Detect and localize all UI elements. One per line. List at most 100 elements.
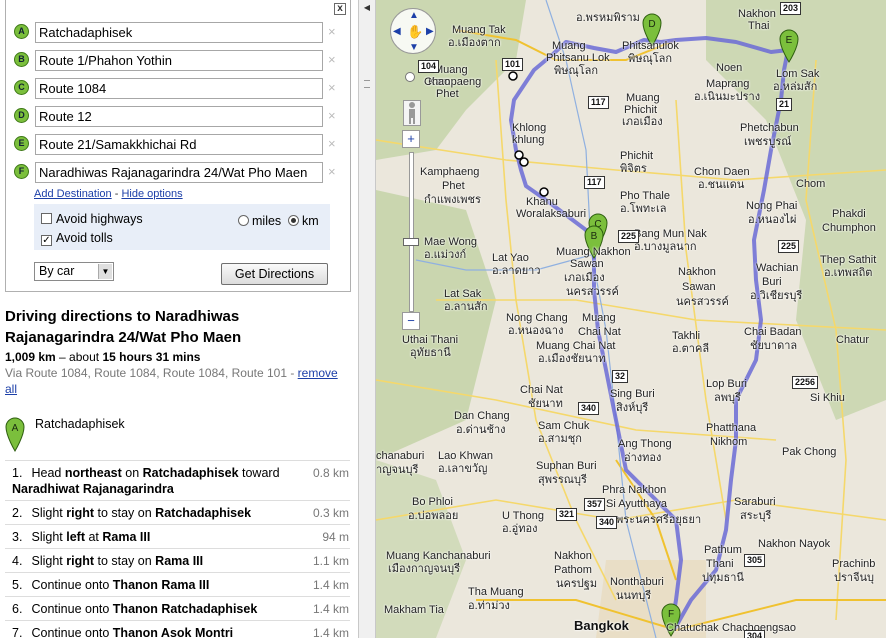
remove-waypoint-icon[interactable]: × <box>328 136 336 151</box>
travel-mode-select[interactable]: By car ▼ <box>34 262 114 281</box>
waypoint-row: C× <box>14 78 344 99</box>
total-distance: 1,009 km <box>5 350 56 364</box>
via-routes: Via Route 1084, Route 1084, Route 1084, … <box>5 365 350 397</box>
map-place-label: Muang Tak <box>452 24 506 36</box>
map-place-label: Si Khiu <box>810 392 845 404</box>
hand-icon[interactable]: ✋ <box>407 24 423 40</box>
map-place-label: พระนครศรีอยุธยา <box>616 514 702 526</box>
hide-options-link[interactable]: Hide options <box>121 188 182 200</box>
drag-handle-icon[interactable] <box>364 80 370 88</box>
unit-miles-radio[interactable]: miles <box>238 214 281 228</box>
waypoint-input[interactable] <box>35 134 323 155</box>
map-place-label: Phitsanulok <box>622 40 679 52</box>
direction-step[interactable]: 7. Continue onto Thanon Asok Montri 1.4 k… <box>5 620 350 638</box>
add-destination-link[interactable]: Add Destination <box>34 188 112 200</box>
avoid-tolls-checkbox[interactable]: ✓ Avoid tolls <box>41 231 113 246</box>
total-duration: 15 hours 31 mins <box>102 350 201 364</box>
map-place-label: Noen <box>716 62 743 74</box>
panel-divider[interactable]: ◀ <box>358 0 376 638</box>
pin-letter: F <box>668 609 674 620</box>
remove-waypoint-icon[interactable]: × <box>328 164 336 179</box>
map-place-label: Kamphaeng <box>420 166 480 178</box>
map-place-label: Muang Nakhon <box>556 246 631 258</box>
pan-control[interactable]: ▲ ▼ ◀ ▶ ✋ <box>390 8 436 54</box>
waypoint-input[interactable] <box>35 22 323 43</box>
direction-step[interactable]: 6. Continue onto Thanon Ratchadaphisek 1.… <box>5 596 350 620</box>
map-place-label: Nong Phai <box>746 200 798 212</box>
map-place-label: Buri <box>762 276 782 288</box>
step-distance: 1.4 km <box>312 602 349 616</box>
direction-step[interactable]: 3. Slight left at Rama III 94 m <box>5 524 350 548</box>
map-place-label: Phakdi <box>832 208 866 220</box>
remove-waypoint-icon[interactable]: × <box>328 108 336 123</box>
waypoint-input[interactable] <box>35 50 323 71</box>
map-place-label: Muang <box>552 40 586 52</box>
map-place-label: ชัยบาดาล <box>750 340 798 352</box>
chevron-down-icon[interactable]: ▼ <box>98 264 112 279</box>
direction-step[interactable]: 5. Continue onto Thanon Rama III 1.4 km <box>5 572 350 596</box>
collapse-panel-icon[interactable]: ◀ <box>361 2 373 14</box>
map-place-label: อ.ชนแดน <box>698 179 745 191</box>
remove-waypoint-icon[interactable]: × <box>328 52 336 67</box>
remove-waypoint-icon[interactable]: × <box>328 24 336 39</box>
pan-right-icon[interactable]: ▶ <box>426 26 434 37</box>
map-place-label: chanaburi <box>376 450 425 462</box>
direction-step[interactable]: 4. Slight right to stay on Rama III 1.1 k… <box>5 548 350 572</box>
map-place-label: Sam Chuk <box>538 420 590 432</box>
miles-radio-circle[interactable] <box>238 215 249 226</box>
direction-step[interactable]: 1. Head northeast on Ratchadaphisek towa… <box>5 460 350 500</box>
map-place-label: Phetchabun <box>740 122 799 134</box>
street-view-pegman-icon[interactable] <box>403 100 421 126</box>
map-place-label: Chon Daen <box>694 166 750 178</box>
route-shield-icon: 21 <box>776 98 793 111</box>
route-options: Avoid highways ✓ Avoid tolls miles km <box>34 204 330 250</box>
pan-left-icon[interactable]: ◀ <box>393 26 401 37</box>
step-distance: 1.4 km <box>312 626 349 638</box>
map-place-label: Chai Badan <box>744 326 802 338</box>
map-place-label: นนทบุรี <box>616 590 652 602</box>
map-type-dot-icon[interactable] <box>405 72 415 82</box>
avoid-tolls-box[interactable]: ✓ <box>41 235 52 246</box>
step-text: 7. Continue onto Thanon Asok Montri <box>12 625 345 638</box>
map-view[interactable]: DECBF Muang Tak อ.เมืองตาก อ.พรหมพิราม Nakh… <box>376 0 886 638</box>
km-radio-circle[interactable] <box>288 215 299 226</box>
map-place-label: นครสวรรค์ <box>676 296 729 308</box>
waypoint-input[interactable] <box>35 78 323 99</box>
step-text: 5. Continue onto Thanon Rama III <box>12 577 345 593</box>
avoid-highways-checkbox[interactable]: Avoid highways <box>41 212 143 226</box>
avoid-highways-label: Avoid highways <box>56 212 143 226</box>
close-panel-button[interactable]: x <box>334 3 346 15</box>
zoom-in-button[interactable]: + <box>402 130 420 148</box>
map-place-label: นครปฐม <box>556 578 598 590</box>
step-text: 6. Continue onto Thanon Ratchadaphisek <box>12 601 345 617</box>
step-instruction: Continue onto Thanon Rama III <box>31 578 210 592</box>
map-place-label: อ.บางมูลนาก <box>634 241 697 253</box>
map-place-label: Nakhon Nayok <box>758 538 831 550</box>
pin-letter: D <box>648 19 655 30</box>
start-location[interactable]: A Ratchadaphisek <box>5 416 350 454</box>
route-shield-icon: 321 <box>556 508 578 521</box>
map-place-label: อ.ท่าม่วง <box>468 600 510 612</box>
get-directions-button[interactable]: Get Directions <box>221 263 328 285</box>
map-place-label: Khlong <box>512 122 547 134</box>
route-shield-icon: 340 <box>596 516 618 529</box>
step-list: 1. Head northeast on Ratchadaphisek towa… <box>5 460 350 638</box>
route-shield-icon: 203 <box>780 2 802 15</box>
pan-up-icon[interactable]: ▲ <box>409 10 419 21</box>
waypoint-input[interactable] <box>35 162 323 183</box>
direction-step[interactable]: 2. Slight right to stay on Ratchadaphise… <box>5 500 350 524</box>
map-place-label: Phichit <box>624 104 658 116</box>
avoid-highways-box[interactable] <box>41 213 52 224</box>
pan-down-icon[interactable]: ▼ <box>409 42 419 53</box>
zoom-out-button[interactable]: − <box>402 312 420 330</box>
map-place-label: Phichit <box>620 150 654 162</box>
waypoint-input[interactable] <box>35 106 323 127</box>
zoom-slider-thumb[interactable] <box>403 238 419 246</box>
zoom-slider[interactable] <box>409 152 414 312</box>
map-place-label: พิษณุโลก <box>554 65 599 77</box>
remove-waypoint-icon[interactable]: × <box>328 80 336 95</box>
route-shield-icon: 225 <box>778 240 800 253</box>
unit-km-radio[interactable]: km <box>288 214 319 228</box>
map-place-label: Bo Phloi <box>412 496 453 508</box>
map-place-label: Chai Nat <box>520 384 563 396</box>
